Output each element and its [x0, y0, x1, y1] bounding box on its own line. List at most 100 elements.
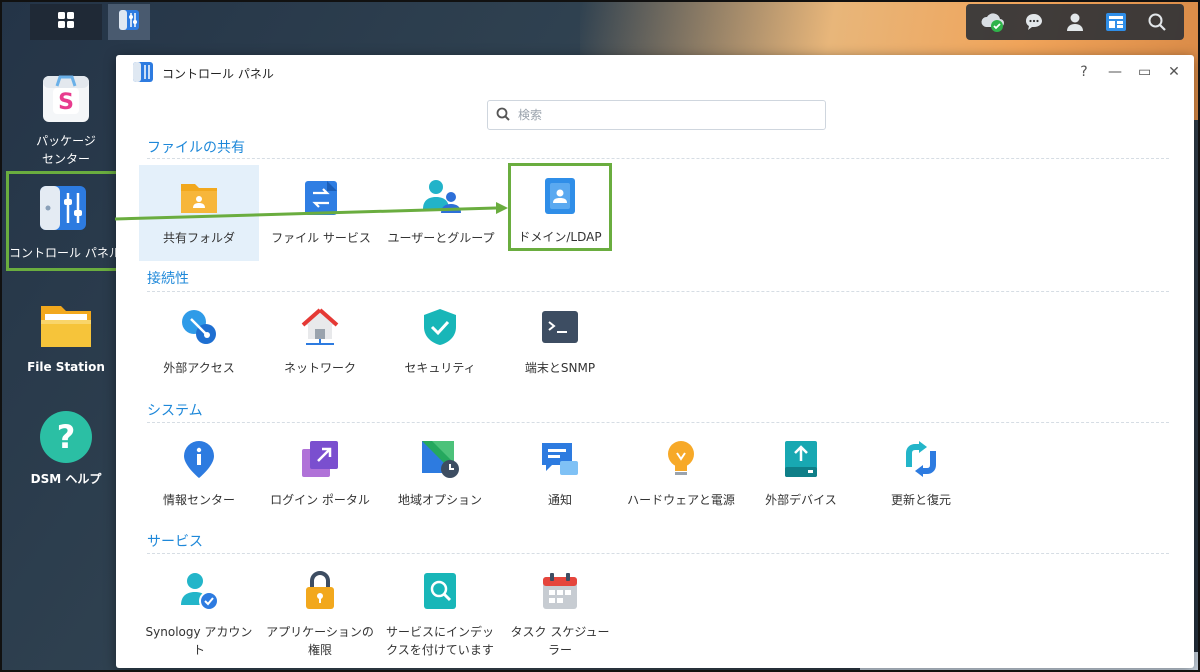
shared-folder-icon — [179, 177, 219, 217]
item-login-portal[interactable]: ログイン ポータル — [260, 439, 380, 509]
item-label-line1: サービスにインデッ — [385, 625, 494, 639]
cloud-check-icon[interactable] — [980, 9, 1006, 35]
item-label: 通知 — [547, 493, 572, 507]
chat-icon[interactable] — [1021, 9, 1047, 35]
item-domain-ldap[interactable]: ドメイン/LDAP — [508, 163, 612, 251]
item-label-line1: Synology アカウン — [145, 625, 253, 639]
item-info-center[interactable]: 情報センター — [139, 439, 259, 509]
control-panel-icon — [118, 9, 140, 35]
folder-icon — [37, 296, 95, 354]
item-hardware-power[interactable]: ハードウェアと電源 — [621, 439, 741, 509]
shortcut-label-line1: パッケージ — [36, 134, 96, 148]
item-label-line2: クスを付けています — [386, 643, 494, 657]
item-update-restore[interactable]: 更新と復元 — [861, 439, 981, 509]
item-label: セキュリティ — [404, 361, 476, 375]
control-panel-icon — [132, 61, 154, 86]
file-services-icon — [301, 177, 341, 217]
section-title-connectivity: 接続性 — [147, 271, 189, 287]
shortcut-label-line2: センター — [41, 152, 90, 166]
item-regional-options[interactable]: 地域オプション — [380, 439, 500, 509]
synology-account-icon — [179, 571, 219, 611]
item-notification[interactable]: 通知 — [500, 439, 620, 509]
search-input[interactable] — [518, 108, 808, 122]
external-access-icon — [179, 307, 219, 347]
shortcut-label: File Station — [27, 360, 105, 374]
user-icon[interactable] — [1062, 9, 1088, 35]
section-divider — [147, 291, 1169, 292]
help-button[interactable]: ? — [1078, 64, 1090, 80]
desktop-shortcut-dsm-help[interactable]: ? DSM ヘルプ — [12, 408, 120, 488]
desktop-shortcut-file-station[interactable]: File Station — [12, 296, 120, 376]
section-title-system: システム — [147, 403, 203, 419]
users-groups-icon — [421, 177, 461, 217]
desktop-shortcut-package-center[interactable]: S パッケージ センター — [12, 70, 120, 168]
window-title: コントロール パネル — [162, 66, 274, 81]
maximize-button[interactable]: ▭ — [1138, 64, 1151, 80]
indexing-service-icon — [420, 571, 460, 611]
close-button[interactable]: ✕ — [1168, 64, 1180, 80]
item-external-access[interactable]: 外部アクセス — [139, 307, 259, 377]
item-label: 外部アクセス — [163, 361, 235, 375]
taskbar-left — [30, 4, 150, 40]
notification-icon — [540, 439, 580, 479]
item-label: 情報センター — [162, 493, 235, 507]
item-task-scheduler[interactable]: タスク スケジュー ラー — [500, 571, 620, 659]
section-title-file-sharing: ファイルの共有 — [147, 140, 245, 156]
item-label: ログイン ポータル — [270, 493, 370, 507]
search-icon[interactable] — [1144, 9, 1170, 35]
grid-icon — [57, 11, 75, 33]
control-panel-task-button[interactable] — [108, 4, 150, 40]
regional-options-icon — [420, 439, 460, 479]
update-restore-icon — [901, 439, 941, 479]
shortcut-label: コントロール パネル — [9, 246, 117, 260]
help-icon: ? — [37, 408, 95, 466]
item-indexing-service[interactable]: サービスにインデッ クスを付けています — [380, 571, 500, 659]
item-label: ファイル サービス — [271, 231, 371, 245]
external-devices-icon — [781, 439, 821, 479]
search-box[interactable] — [487, 100, 826, 130]
item-label: ドメイン/LDAP — [518, 230, 602, 244]
item-label: 端末とSNMP — [524, 361, 596, 375]
item-external-devices[interactable]: 外部デバイス — [741, 439, 861, 509]
security-shield-icon — [420, 307, 460, 347]
minimize-button[interactable]: — — [1108, 64, 1122, 80]
desktop-shortcut-control-panel[interactable]: コントロール パネル — [6, 171, 120, 271]
app-privileges-icon — [300, 571, 340, 611]
item-label: ネットワーク — [283, 361, 356, 375]
hardware-power-icon — [661, 439, 701, 479]
svg-text:?: ? — [57, 418, 76, 456]
control-panel-window: コントロール パネル ? — ▭ ✕ ファイルの共有 共有フォルダ ファイル サ… — [116, 55, 1194, 668]
item-label: 地域オプション — [397, 493, 482, 507]
widgets-icon[interactable] — [1103, 9, 1129, 35]
section-title-services: サービス — [147, 534, 203, 550]
item-network[interactable]: ネットワーク — [260, 307, 380, 377]
item-label: 更新と復元 — [890, 493, 951, 507]
window-titlebar: コントロール パネル — [132, 61, 274, 86]
item-label: ユーザーとグループ — [387, 231, 495, 245]
item-terminal-snmp[interactable]: 端末とSNMP — [500, 307, 620, 377]
item-file-services[interactable]: ファイル サービス — [261, 165, 381, 261]
item-label: 外部デバイス — [765, 493, 837, 507]
item-label-line2: 権限 — [307, 643, 332, 657]
item-synology-account[interactable]: Synology アカウン ト — [139, 571, 259, 659]
section-divider — [147, 158, 1169, 159]
item-label-line2: ト — [192, 643, 205, 657]
item-label-line1: タスク スケジュー — [510, 625, 610, 639]
task-scheduler-icon — [540, 571, 580, 611]
network-icon — [300, 307, 340, 347]
domain-ldap-icon — [540, 176, 580, 216]
shortcut-label: DSM ヘルプ — [30, 472, 102, 486]
item-shared-folder[interactable]: 共有フォルダ — [139, 165, 259, 261]
main-menu-button[interactable] — [30, 4, 102, 40]
control-panel-icon — [34, 182, 92, 240]
search-icon — [496, 106, 510, 125]
item-label-line2: ラー — [547, 643, 572, 657]
section-divider — [147, 553, 1169, 554]
section-divider — [147, 422, 1169, 423]
item-application-privileges[interactable]: アプリケーションの 権限 — [260, 571, 380, 659]
terminal-icon — [540, 307, 580, 347]
item-users-groups[interactable]: ユーザーとグループ — [381, 165, 501, 261]
item-security[interactable]: セキュリティ — [380, 307, 500, 377]
taskbar — [0, 0, 1200, 44]
info-center-icon — [179, 439, 219, 479]
